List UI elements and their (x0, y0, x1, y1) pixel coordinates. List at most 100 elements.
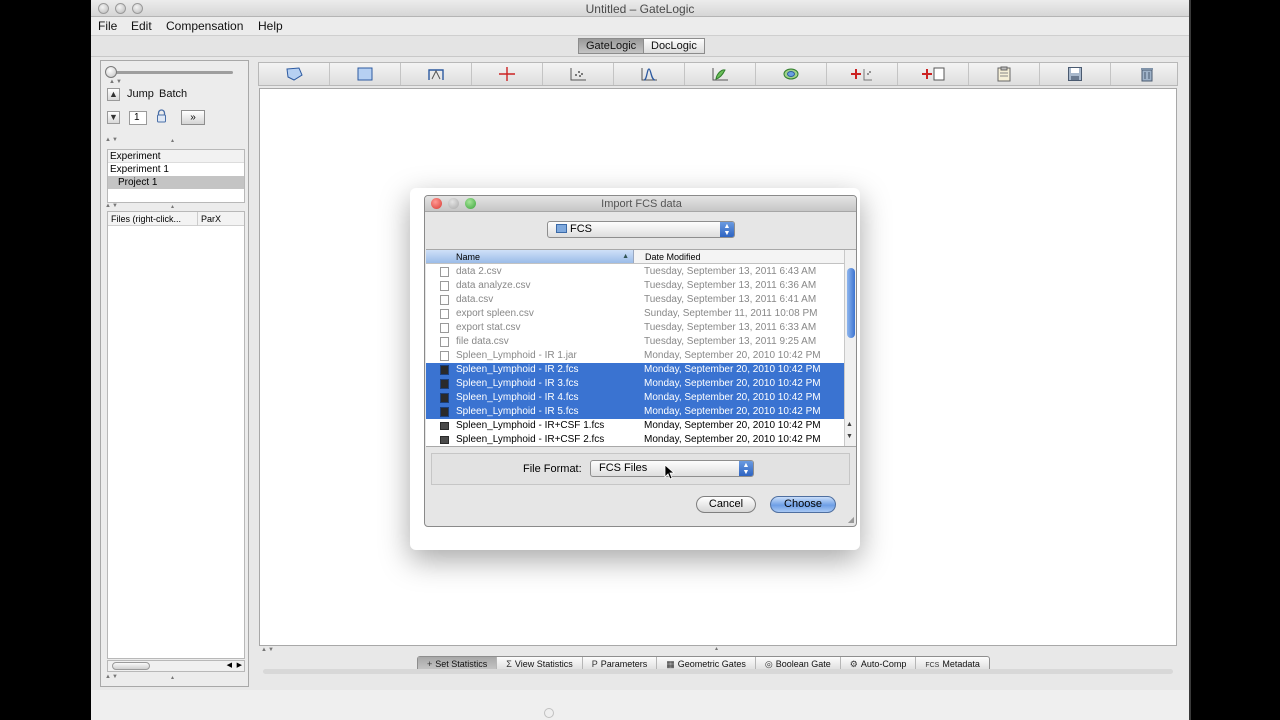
bottom-progress-track (263, 669, 1173, 674)
splitter-handle-icon[interactable]: ▴ (171, 137, 175, 144)
choose-button[interactable]: Choose (770, 496, 836, 513)
document-icon (440, 351, 449, 361)
splitter-arrows-icon[interactable]: ▲▼ (105, 674, 119, 680)
tree-item-project[interactable]: Project 1 (108, 176, 244, 189)
mode-doclogic-button[interactable]: DocLogic (643, 38, 705, 54)
parx-column-header[interactable]: ParX (197, 212, 221, 226)
jump-input[interactable]: 1 (129, 111, 147, 125)
sort-ascending-icon: ▲ (622, 253, 629, 260)
document-icon (440, 295, 449, 305)
add-plot-icon[interactable] (827, 63, 898, 85)
resize-grip-icon[interactable]: ◢ (848, 515, 854, 524)
overlay-plot-icon[interactable] (756, 63, 827, 85)
left-panel: ▲▼ ▲ Jump Batch ▼ 1 » ▲▼ ▴ Experiment Ex… (100, 60, 249, 687)
splitter-handle-icon[interactable]: ▴ (171, 203, 175, 210)
file-name: file data.csv (456, 336, 509, 347)
file-row: export stat.csv Tuesday, September 13, 20… (426, 321, 844, 335)
splitter-handle-icon[interactable]: ▴ (171, 674, 175, 681)
file-date: Tuesday, September 13, 2011 6:36 AM (644, 280, 817, 291)
file-row[interactable]: Spleen_Lymphoid - IR 2.fcs Monday, Septem… (426, 363, 844, 377)
dialog-minimize-button[interactable] (448, 198, 459, 209)
histogram-icon[interactable] (614, 63, 685, 85)
sigma-icon: Σ (506, 659, 512, 669)
fast-forward-button[interactable]: » (181, 110, 205, 125)
files-column-header[interactable]: Files (right-click... (111, 212, 181, 226)
file-date: Tuesday, September 13, 2011 6:41 AM (644, 294, 817, 305)
fcs-file-icon (440, 365, 449, 375)
file-name: data 2.csv (456, 266, 502, 277)
folder-icon (556, 224, 567, 233)
file-row[interactable]: Spleen_Lymphoid - IR 5.fcs Monday, Septem… (426, 405, 844, 419)
scroll-right-icon[interactable]: ▶ (237, 661, 242, 669)
chevron-up-icon[interactable]: ▲ (107, 88, 120, 101)
date-modified-column-header[interactable]: Date Modified (645, 250, 701, 264)
add-layout-icon[interactable] (898, 63, 969, 85)
popup-arrows-icon: ▲ ▼ (739, 461, 753, 476)
mode-toggle-bar: GateLogic DocLogic (91, 35, 1189, 57)
file-rows: data 2.csv Tuesday, September 13, 2011 6:… (426, 265, 844, 447)
file-date: Monday, September 20, 2010 10:42 PM (644, 434, 821, 445)
mode-gatelogic-button[interactable]: GateLogic (578, 38, 645, 54)
dialog-close-button[interactable] (431, 198, 442, 209)
splitter-arrows-icon[interactable]: ▲▼ (105, 137, 119, 143)
parameters-icon: P (591, 659, 598, 669)
file-list-scrollbar[interactable]: ▲ ▼ (844, 250, 856, 446)
scrollbar-thumb[interactable] (112, 662, 150, 670)
file-name: Spleen_Lymphoid - IR 3.fcs (456, 378, 579, 389)
file-format-row: File Format: FCS Files ▲ ▼ (431, 453, 850, 485)
file-row: data 2.csv Tuesday, September 13, 2011 6:… (426, 265, 844, 279)
dialog-zoom-button[interactable] (465, 198, 476, 209)
folder-popup[interactable]: FCS ▲ ▼ (547, 221, 735, 238)
file-date: Monday, September 20, 2010 10:42 PM (644, 364, 821, 375)
zoom-slider-track[interactable] (109, 71, 233, 74)
name-column-header[interactable]: Name ▲ (426, 250, 634, 263)
resize-handle-icon[interactable] (544, 708, 554, 718)
zoom-slider-knob[interactable] (105, 66, 117, 78)
dialog-title-bar: Import FCS data (425, 196, 856, 212)
file-name: data analyze.csv (456, 280, 531, 291)
fcs-file-icon (440, 407, 449, 417)
lock-icon[interactable] (156, 109, 167, 123)
file-row[interactable]: Spleen_Lymphoid - IR 4.fcs Monday, Septem… (426, 391, 844, 405)
file-row[interactable]: Spleen_Lymphoid - IR 3.fcs Monday, Septem… (426, 377, 844, 391)
file-date: Tuesday, September 13, 2011 6:33 AM (644, 322, 817, 333)
polygon-gate-icon[interactable] (259, 63, 330, 85)
fcs-file-icon (440, 393, 449, 403)
scroll-down-icon[interactable]: ▼ (846, 433, 853, 440)
menu-help[interactable]: Help (258, 19, 283, 33)
contour-plot-icon[interactable] (685, 63, 756, 85)
scroll-up-icon[interactable]: ▲ (846, 421, 853, 428)
files-horizontal-scrollbar[interactable]: ◀ ▶ (107, 660, 245, 672)
set-statistics-icon: + (427, 659, 433, 669)
experiment-tree: Experiment Experiment 1 Project 1 (107, 149, 245, 203)
cancel-button[interactable]: Cancel (696, 496, 756, 513)
bottom-tab-strip: + Set Statistics Σ View Statistics P Parame… (259, 650, 1177, 678)
document-icon (440, 337, 449, 347)
scatter-plot-icon[interactable] (543, 63, 614, 85)
save-icon[interactable] (1040, 63, 1111, 85)
file-row[interactable]: Spleen_Lymphoid - IR+CSF 2.fcs Monday, Se… (426, 433, 844, 447)
menu-edit[interactable]: Edit (131, 19, 152, 33)
splitter-arrows-icon[interactable]: ▲▼ (105, 203, 119, 209)
file-format-label: File Format: (523, 463, 582, 475)
file-name: Spleen_Lymphoid - IR 4.fcs (456, 392, 579, 403)
file-row[interactable]: Spleen_Lymphoid - IR+CSF 1.fcs Monday, Se… (426, 419, 844, 433)
scroll-left-icon[interactable]: ◀ (227, 661, 232, 669)
chevron-down-icon[interactable]: ▼ (107, 111, 120, 124)
fcs-file-icon (440, 422, 449, 430)
auto-comp-icon: ⚙ (849, 659, 858, 669)
file-name: export spleen.csv (456, 308, 534, 319)
files-list: Files (right-click... ParX (107, 211, 245, 659)
tree-item-experiment[interactable]: Experiment 1 (108, 163, 244, 176)
splitter-arrows-icon[interactable]: ▲▼ (109, 79, 123, 85)
menu-compensation[interactable]: Compensation (166, 19, 243, 33)
quadrant-gate-icon[interactable] (472, 63, 543, 85)
scrollbar-thumb[interactable] (847, 268, 855, 338)
document-icon (440, 323, 449, 333)
menu-file[interactable]: File (98, 19, 117, 33)
dialog-title: Import FCS data (601, 198, 682, 210)
clipboard-icon[interactable] (969, 63, 1040, 85)
rectangle-gate-icon[interactable] (330, 63, 401, 85)
range-gate-icon[interactable] (401, 63, 472, 85)
trash-icon[interactable] (1111, 63, 1182, 85)
